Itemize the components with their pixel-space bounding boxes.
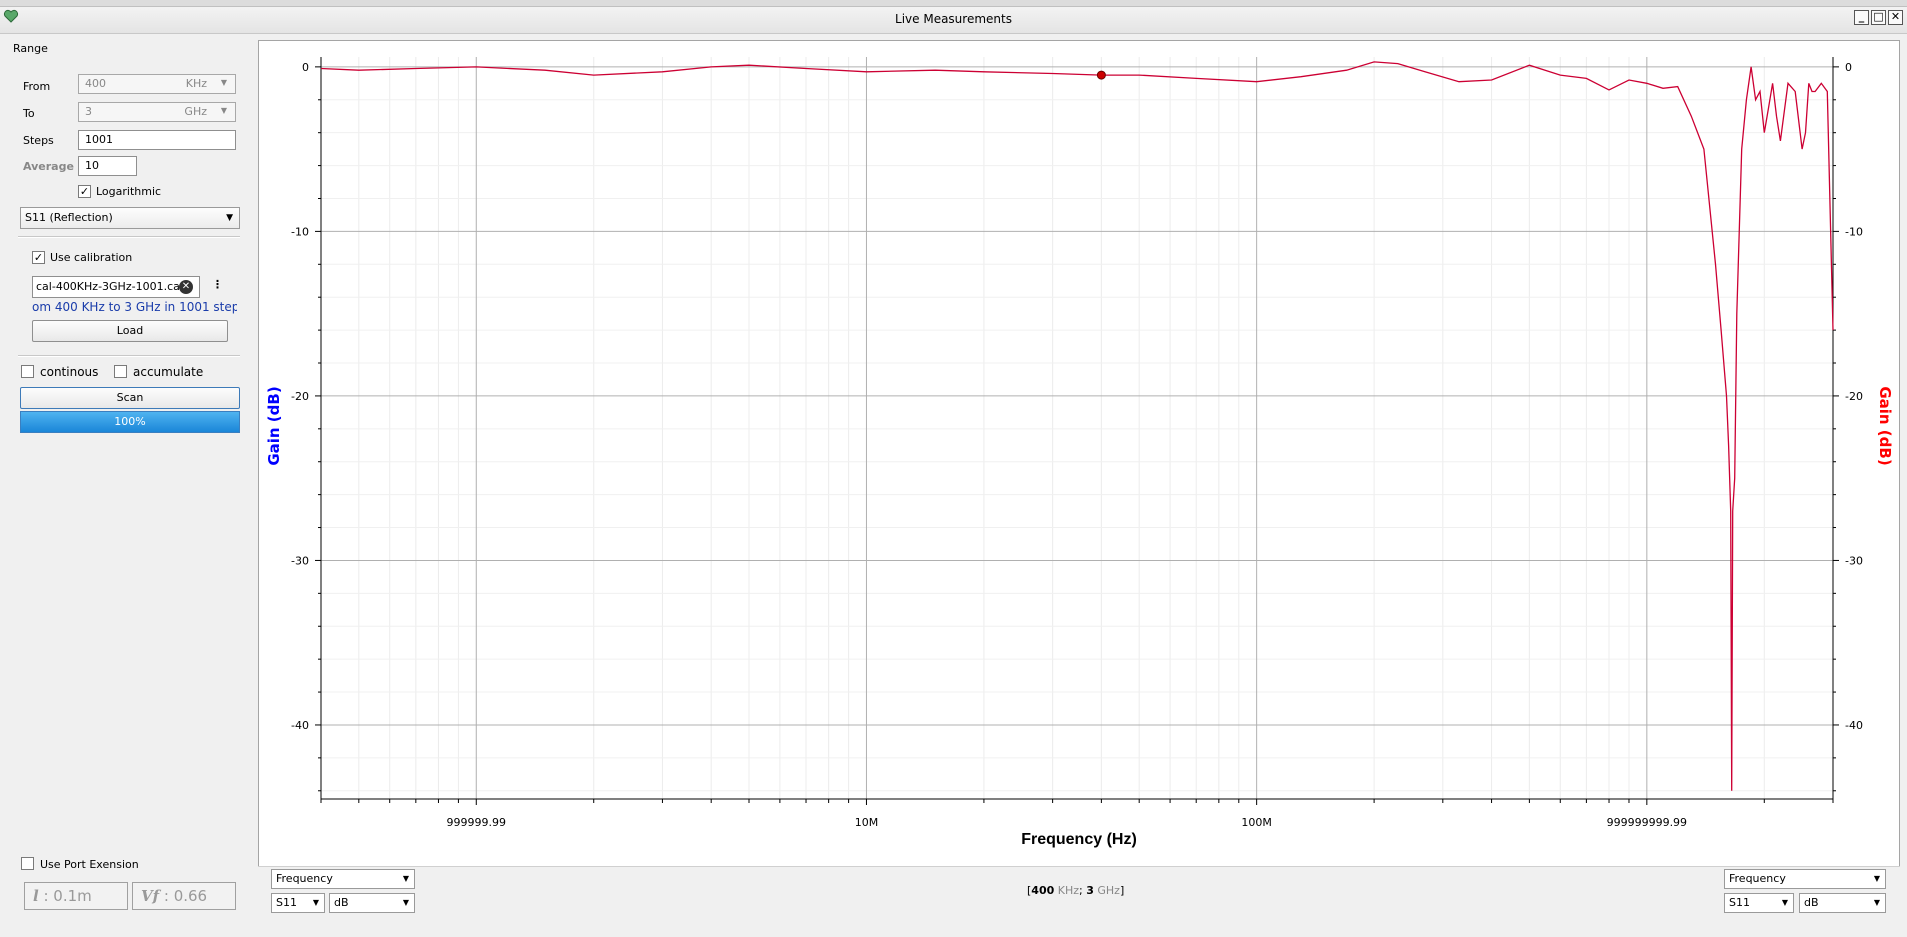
left-x-axis-select[interactable]: Frequency ▼ <box>271 869 415 889</box>
sparameter-value: S11 (Reflection) <box>25 211 113 224</box>
x-tick-label: 10M <box>855 816 879 829</box>
load-calibration-button[interactable]: Load <box>32 320 228 342</box>
chevron-down-icon: ▼ <box>1873 874 1880 883</box>
to-value: 3 <box>85 105 92 118</box>
from-input[interactable]: 400 KHz ▼ <box>78 74 236 94</box>
chevron-down-icon: ▼ <box>402 874 409 883</box>
left-param-value: S11 <box>276 896 297 909</box>
to-label: To <box>23 107 35 120</box>
left-unit-value: dB <box>334 896 349 909</box>
from-dropdown-icon[interactable]: ▼ <box>221 74 227 92</box>
sparameter-dropdown-icon[interactable]: ▼ <box>226 208 233 228</box>
use-calibration-checkbox[interactable]: ✓ <box>32 251 45 264</box>
vf-symbol: Vf <box>141 887 160 905</box>
average-label: Average <box>23 160 74 173</box>
frequency-range-readout: [400 KHz; 3 GHz] <box>1027 884 1124 897</box>
port-length-field[interactable]: l : 0.1m <box>24 882 128 910</box>
port-length-value: 0.1m <box>53 887 92 905</box>
y-axis-right-label: Gain (dB) <box>1876 386 1894 465</box>
y-right-tick-label: -30 <box>1845 554 1863 567</box>
from-value: 400 <box>85 77 106 90</box>
clear-icon[interactable]: ✕ <box>179 280 193 294</box>
range-from-unit: KHz <box>1054 884 1080 897</box>
s11-trace <box>320 61 1834 791</box>
y-left-tick-label: -20 <box>291 390 309 403</box>
y-right-tick-label: -40 <box>1845 719 1863 732</box>
calibration-info: om 400 KHz to 3 GHz in 1001 steps <box>32 300 237 314</box>
y-axis-left-label: Gain (dB) <box>265 386 283 465</box>
continous-checkbox[interactable] <box>21 365 34 378</box>
calibration-file-name: cal-400KHz-3GHz-1001.cali2 <box>36 280 193 293</box>
right-unit-value: dB <box>1804 896 1819 909</box>
separator <box>18 355 240 357</box>
x-tick-label: 100M <box>1241 816 1272 829</box>
to-dropdown-icon[interactable]: ▼ <box>221 102 227 120</box>
chevron-down-icon: ▼ <box>312 898 319 907</box>
y-left-tick-label: -40 <box>291 719 309 732</box>
x-tick-label: 999999.99 <box>447 816 507 829</box>
logarithmic-label: Logarithmic <box>96 185 162 198</box>
range-to-unit: GHz <box>1093 884 1120 897</box>
left-x-axis-value: Frequency <box>276 872 333 885</box>
chevron-down-icon: ▼ <box>1873 898 1880 907</box>
y-left-tick-label: -30 <box>291 554 309 567</box>
window-titlebar: Live Measurements _ □ ✕ <box>0 0 1907 34</box>
y-left-tick-label: -10 <box>291 225 309 238</box>
x-axis-label: Frequency (Hz) <box>1021 831 1137 848</box>
right-x-axis-select[interactable]: Frequency ▼ <box>1724 869 1886 889</box>
to-input[interactable]: 3 GHz ▼ <box>78 102 236 122</box>
use-calibration-label: Use calibration <box>50 251 133 264</box>
port-extension-label: Use Port Exension <box>40 858 139 871</box>
steps-label: Steps <box>23 134 54 147</box>
range-close-bracket: ] <box>1119 884 1125 897</box>
steps-input[interactable]: 1001 <box>78 130 236 150</box>
range-to-value: 3 <box>1086 884 1094 897</box>
close-button[interactable]: ✕ <box>1888 10 1903 25</box>
scan-progress-bar: 100% <box>20 411 240 433</box>
chevron-down-icon: ▼ <box>402 898 409 907</box>
calibration-file-field[interactable]: cal-400KHz-3GHz-1001.cali2 ✕ <box>32 276 200 298</box>
maximize-button[interactable]: □ <box>1871 10 1886 25</box>
y-left-tick-label: 0 <box>302 61 309 74</box>
accumulate-checkbox[interactable] <box>114 365 127 378</box>
y-right-tick-label: 0 <box>1845 61 1852 74</box>
right-x-axis-value: Frequency <box>1729 872 1786 885</box>
left-param-select[interactable]: S11 ▼ <box>271 893 325 913</box>
port-extension-checkbox[interactable] <box>21 857 34 870</box>
to-unit: GHz <box>184 105 207 118</box>
more-options-icon[interactable]: ⋮ <box>212 278 223 291</box>
titlebar-topline <box>0 0 1907 7</box>
from-unit: KHz <box>185 77 207 90</box>
range-from-value: 400 <box>1031 884 1055 897</box>
separator <box>18 236 240 238</box>
sparameter-select[interactable]: S11 (Reflection) ▼ <box>20 207 240 229</box>
left-unit-select[interactable]: dB ▼ <box>329 893 415 913</box>
right-param-value: S11 <box>1729 896 1750 909</box>
y-right-tick-label: -10 <box>1845 225 1863 238</box>
right-param-select[interactable]: S11 ▼ <box>1724 893 1794 913</box>
minimize-button[interactable]: _ <box>1854 10 1869 25</box>
window-title: Live Measurements <box>895 12 1012 26</box>
logarithmic-checkbox[interactable]: ✓ <box>78 185 91 198</box>
velocity-factor-value: 0.66 <box>173 887 208 905</box>
y-right-tick-label: -20 <box>1845 390 1863 403</box>
scan-button[interactable]: Scan <box>20 387 240 409</box>
x-tick-label: 999999999.99 <box>1607 816 1687 829</box>
average-input[interactable]: 10 <box>78 156 137 176</box>
range-group-title: Range <box>13 42 48 55</box>
from-label: From <box>23 80 51 93</box>
accumulate-label: accumulate <box>133 365 204 379</box>
continous-label: continous <box>40 365 99 379</box>
velocity-factor-field[interactable]: Vf : 0.66 <box>132 882 236 910</box>
right-unit-select[interactable]: dB ▼ <box>1799 893 1886 913</box>
gain-chart[interactable]: 0 0 -10 -10 -20 -20 -30 -30 -40 -40 999999.99 10M 10… <box>259 41 1899 867</box>
chevron-down-icon: ▼ <box>1781 898 1788 907</box>
trace-marker[interactable] <box>1096 70 1106 80</box>
